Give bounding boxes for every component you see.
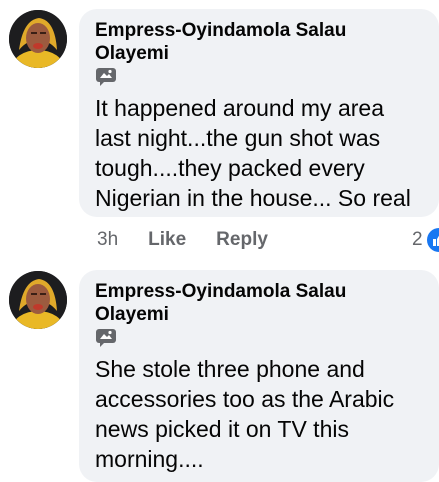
comment-bubble: Empress-Oyindamola Salau Olayemi It happ… (79, 9, 439, 217)
comment-bubble: Empress-Oyindamola Salau Olayemi She sto… (79, 270, 439, 482)
avatar[interactable] (9, 271, 67, 329)
reaction-summary[interactable]: 2 (412, 228, 439, 252)
fan-badge-icon (96, 68, 116, 86)
like-button[interactable]: Like (148, 229, 186, 251)
comment-author[interactable]: Empress-Oyindamola Salau Olayemi (95, 280, 423, 326)
comment-author[interactable]: Empress-Oyindamola Salau Olayemi (95, 19, 423, 65)
like-icon (426, 228, 439, 252)
comment-actions: 3h Like Reply (97, 228, 268, 252)
fan-badge-icon (96, 329, 116, 347)
avatar-image (9, 10, 67, 68)
reply-button[interactable]: Reply (216, 229, 268, 251)
reaction-count: 2 (412, 229, 423, 250)
avatar[interactable] (9, 10, 67, 68)
avatar-image (9, 271, 67, 329)
comment-text: She stole three phone and accessories to… (95, 356, 395, 472)
comment-text: It happened around my area last night...… (95, 95, 411, 211)
comment-timestamp[interactable]: 3h (97, 229, 118, 251)
